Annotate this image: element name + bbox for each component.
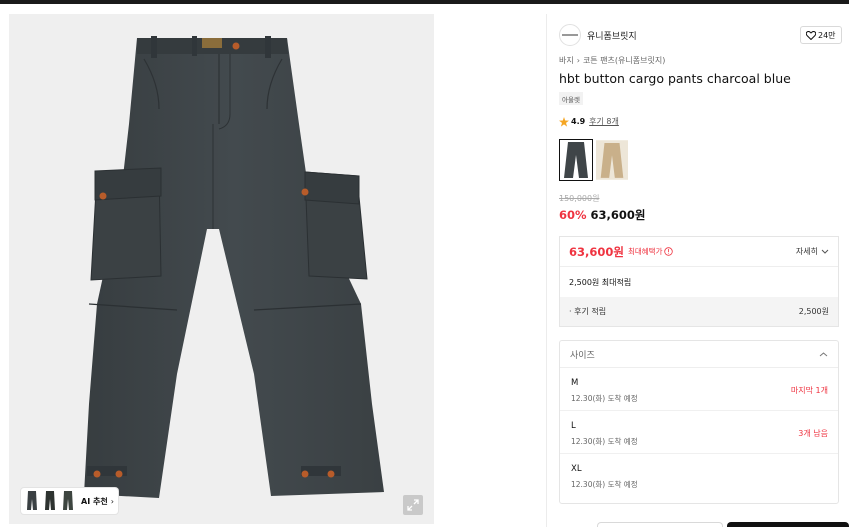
size-option-l[interactable]: L 12.30(화) 도착 예정 3개 남음 xyxy=(560,411,838,454)
best-price: 63,600원 xyxy=(569,244,624,259)
review-points-value: 2,500원 xyxy=(798,307,829,316)
ai-recommend-button[interactable]: AI 추천 › xyxy=(21,488,118,514)
color-option-charcoal-blue[interactable] xyxy=(559,139,593,181)
review-points-label: · 후기 적립 xyxy=(569,307,607,316)
heart-icon xyxy=(806,30,816,40)
best-price-row: 63,600원 최대혜택가 자세히 xyxy=(560,237,838,267)
size-option-xl[interactable]: XL 12.30(화) 도착 예정 xyxy=(560,454,838,497)
cart-button[interactable] xyxy=(597,522,723,527)
product-image-viewer[interactable]: AI 추천 › xyxy=(9,14,434,524)
breadcrumb-item-subcategory[interactable]: 코튼 팬츠(유니폼브릿지) xyxy=(583,55,665,66)
color-option-beige[interactable] xyxy=(595,139,629,181)
outlet-badge: 아울렛 xyxy=(559,92,583,105)
size-selector: 사이즈 M 12.30(화) 도착 예정 마지막 1개 L 12.30(화) 도… xyxy=(559,340,839,504)
stock-badge: 마지막 1개 xyxy=(790,386,828,395)
chevron-down-icon xyxy=(821,249,829,254)
size-label: XL xyxy=(571,464,582,474)
chevron-right-icon: › xyxy=(110,496,114,506)
review-count-link[interactable]: 후기 8개 xyxy=(589,116,619,127)
ai-thumb-3 xyxy=(61,490,75,512)
ai-thumb-1 xyxy=(25,490,39,512)
detail-toggle-button[interactable]: 자세히 xyxy=(796,246,829,257)
buy-button[interactable] xyxy=(727,522,849,527)
price-row: 60% 63,600원 xyxy=(559,207,646,223)
discount-rate: 60% xyxy=(559,208,587,222)
size-header-label: 사이즈 xyxy=(570,350,595,361)
points-row: 2,500원 최대적립 xyxy=(569,277,632,287)
size-eta: 12.30(화) 도착 예정 xyxy=(571,480,638,489)
rating-score: 4.9 xyxy=(571,117,586,126)
rating: 4.9 후기 8개 xyxy=(559,116,619,127)
like-count: 24만 xyxy=(818,30,836,40)
product-title: hbt button cargo pants charcoal blue xyxy=(559,71,791,86)
like-button[interactable]: 24만 xyxy=(800,26,842,44)
brand-name: 유니폼브릿지 xyxy=(587,31,637,42)
ai-recommend-label: AI 추천 xyxy=(81,496,108,506)
stock-badge: 3개 남음 xyxy=(798,429,828,438)
size-eta: 12.30(화) 도착 예정 xyxy=(571,437,638,446)
size-option-m[interactable]: M 12.30(화) 도착 예정 마지막 1개 xyxy=(560,368,838,411)
ai-thumb-2 xyxy=(43,490,57,512)
chevron-up-icon xyxy=(819,351,828,356)
top-navigation-bar xyxy=(0,0,849,4)
detail-label: 자세히 xyxy=(795,247,818,256)
product-image xyxy=(84,36,384,498)
size-label: M xyxy=(571,378,579,388)
best-price-label: 최대혜택가 xyxy=(627,247,663,256)
size-eta: 12.30(화) 도착 예정 xyxy=(571,394,638,403)
info-icon[interactable] xyxy=(664,247,674,256)
brand-logo xyxy=(559,24,581,46)
expand-image-button[interactable] xyxy=(403,495,423,515)
breadcrumb-item-category[interactable]: 바지 xyxy=(559,55,574,66)
benefit-box: 63,600원 최대혜택가 자세히 2,500원 최대적립 · 후기 적립 2,… xyxy=(559,236,839,327)
original-price: 150,000원 xyxy=(559,194,600,203)
product-info-panel: 유니폼브릿지 24만 바지 › 코튼 팬츠(유니폼브릿지) hbt button… xyxy=(546,14,849,527)
size-label: L xyxy=(571,421,576,431)
sale-price: 63,600원 xyxy=(590,208,646,222)
size-dropdown-header[interactable]: 사이즈 xyxy=(560,341,838,368)
expand-icon xyxy=(407,499,419,511)
review-points-row: · 후기 적립 2,500원 xyxy=(560,297,838,326)
breadcrumb: 바지 › 코튼 팬츠(유니폼브릿지) xyxy=(559,55,665,66)
chevron-right-icon: › xyxy=(576,56,580,65)
brand-link[interactable]: 유니폼브릿지 xyxy=(559,24,637,46)
color-options xyxy=(559,139,631,181)
star-icon xyxy=(559,116,569,127)
